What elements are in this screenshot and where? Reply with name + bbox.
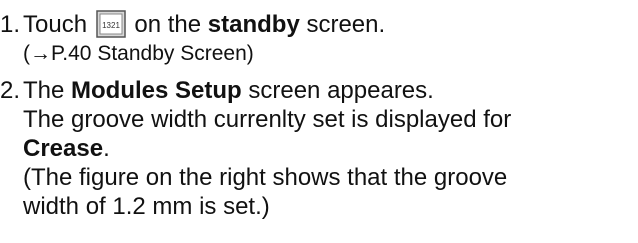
step-2-line-5: width of 1.2 mm is set.) [23, 193, 270, 220]
crease-label: Crease [23, 135, 104, 162]
step-2-number: 2. [0, 77, 21, 104]
svg-text:1321: 1321 [102, 21, 120, 30]
step-1-text-after-icon: on the [127, 11, 208, 38]
step-2-line-3-after: . [103, 135, 110, 162]
step-1-body: Touch 1321 on the standby screen. (→P.40… [23, 10, 385, 68]
step-1-text-end: screen. [299, 11, 386, 38]
step-2-line-1-after: screen appeares. [241, 77, 434, 104]
step-1-number: 1. [0, 11, 21, 38]
step-2-line-2: The groove width currenlty set is displa… [23, 106, 512, 133]
step-2-line-1-before: The [23, 77, 72, 104]
step-1-text-before-icon: Touch [23, 11, 94, 38]
step-2-line-1: The Modules Setup screen appeares. [23, 76, 511, 105]
standby-label: standby [207, 11, 300, 38]
standby-screen-reference[interactable]: (→P.40 Standby Screen) [23, 39, 385, 68]
step-2-line-3: Crease. [23, 134, 511, 163]
modules-setup-label: Modules Setup [71, 77, 242, 104]
step-2-line-4: (The figure on the right shows that the … [23, 164, 508, 191]
step-2-body: The Modules Setup screen appeares. The g… [23, 76, 511, 221]
step-1-line: Touch 1321 on the standby screen. [23, 10, 385, 39]
modules-setup-icon[interactable]: 1321 [95, 10, 126, 38]
